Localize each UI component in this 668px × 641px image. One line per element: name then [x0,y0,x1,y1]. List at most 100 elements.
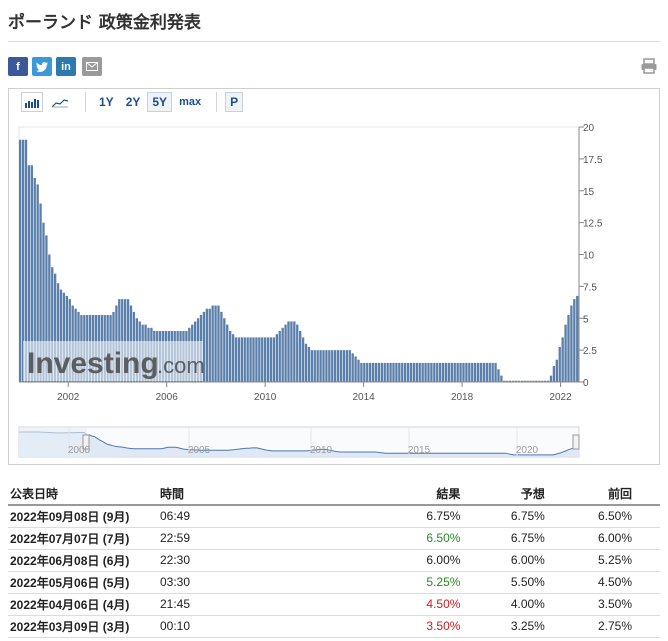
chart-bar [278,331,281,382]
chart-bar [462,362,465,383]
chart-bar [354,356,357,382]
row-forecast: 3.25% [482,615,567,638]
chart-bar [456,362,459,383]
range-2y-button[interactable]: 2Y [121,92,146,112]
chart-bar [249,337,252,383]
row-date: 2022年05月06日 (5月) [8,571,158,594]
facebook-share-button[interactable]: f [8,57,28,76]
row-forecast: 5.50% [482,571,567,594]
chart-bar [243,337,246,383]
row-time: 21:45 [158,593,398,616]
toolbar-separator [85,92,86,112]
row-actual: 6.50% [398,527,483,550]
chart-bar [275,334,278,382]
chart-bar [363,362,366,383]
navigator-tick-label: 2015 [408,445,431,456]
chart-bar [348,350,351,383]
chart-bar [415,362,418,383]
y-tick-label: 17.5 [583,155,603,166]
chart-bar [328,350,331,383]
linkedin-icon: in [61,60,71,73]
navigator-tick-label: 2020 [516,445,539,456]
row-forecast: 6.75% [482,505,567,528]
chart-bar [296,324,299,383]
row-time: 03:30 [158,571,398,594]
range-1y-button[interactable]: 1Y [94,92,119,112]
header-previous[interactable]: 前回 [566,482,660,506]
chart-bar [468,362,471,383]
x-tick-label: 2010 [254,392,277,403]
bar-chart-toggle[interactable] [21,92,43,112]
chart-bar [465,362,468,383]
chart-bar [331,350,334,383]
table-header-row: 公表日時 時間 結果 予想 前回 [8,482,660,506]
watermark-main: Investing [27,347,159,380]
chart-bar [441,362,445,383]
chart-bar [500,375,503,383]
chart-bar [418,362,421,383]
chart-bar [409,362,413,383]
chart-bar [479,362,483,383]
chart-bar [494,362,497,383]
header-time[interactable]: 時間 [158,482,398,506]
navigator-tick-label: 2010 [310,445,333,456]
chart-bar [471,362,474,383]
header-actual[interactable]: 結果 [398,482,483,506]
row-date: 2022年07月07日 (7月) [8,527,158,550]
chart-bar [576,295,579,382]
chart-bar [301,337,305,383]
chart-bar [555,359,558,382]
chart-bar [272,337,276,383]
chart-bar [476,362,480,383]
chart-bar [474,362,477,383]
chart-bar [208,308,211,382]
chart-bar [450,362,453,383]
p-button[interactable]: P [225,92,244,112]
chart-bar [310,350,313,383]
linkedin-share-button[interactable]: in [56,57,76,76]
chart-bar [412,362,416,383]
navigator-handle-right [572,434,580,450]
facebook-icon: f [16,60,20,73]
row-forecast: 6.00% [482,549,567,572]
chart-bar [266,337,270,383]
twitter-share-button[interactable] [32,57,52,76]
chart-bar [299,331,302,382]
range-max-button[interactable]: max [174,92,206,112]
row-previous: 4.50% [566,571,660,594]
interest-rate-chart: Investing.com 20 17.5 15 12.5 10 7.5 5 2.5 0 2002 2… [18,123,603,458]
chart-bar [380,362,383,383]
chart-bar [459,362,462,383]
row-actual: 5.25% [398,571,483,594]
chart-bar [284,324,287,383]
chart-bar [339,350,343,383]
chart-bar [217,305,220,382]
row-actual: 6.00% [398,549,483,572]
email-share-button[interactable] [82,57,102,76]
table-row: 2022年09月08日 (9月) 06:49 6.75% 6.75% 6.50% [8,505,660,528]
chart-bar [369,362,372,383]
header-date[interactable]: 公表日時 [8,482,158,506]
x-tick-label: 2022 [549,392,572,403]
chart-container: Investing .com 20 17.5 15 12.5 10 7.5 5 2.5 0 2002 2… [8,88,660,465]
printer-icon[interactable] [640,57,658,75]
row-time: 22:59 [158,527,398,550]
chart-bar [570,305,573,382]
line-chart-toggle[interactable] [49,92,71,112]
row-date: 2022年03月09日 (3月) [8,615,158,638]
chart-bar [444,362,448,383]
chart-bar [304,343,308,382]
chart-bar [371,362,375,383]
table-row: 2022年06月08日 (6月) 22:30 6.00% 6.00% 5.25% [8,549,660,572]
chart-bar [351,353,354,382]
header-forecast[interactable]: 予想 [482,482,567,506]
row-date: 2022年06月08日 (6月) [8,549,158,572]
chart-bar [345,350,348,383]
chart-bar [552,366,556,382]
chart-bar [223,318,226,382]
range-5y-button[interactable]: 5Y [147,92,173,112]
chart-bar [258,337,261,383]
chart-bar [427,362,430,383]
chart-bar [491,362,494,383]
chart-bar [366,362,369,383]
